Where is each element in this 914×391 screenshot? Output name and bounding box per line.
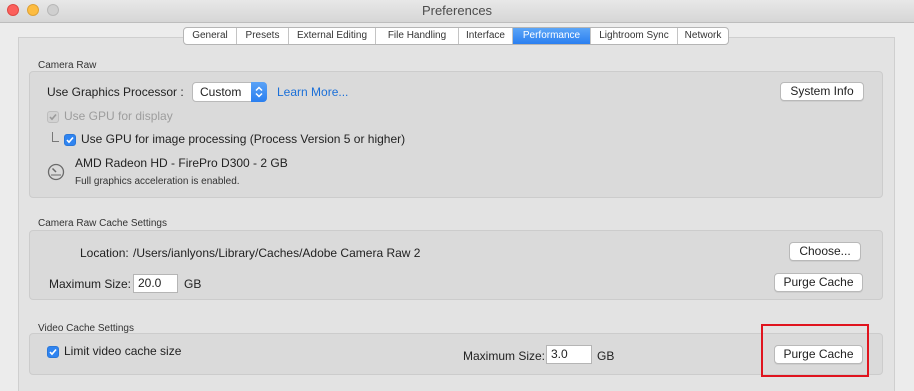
title-bar: Preferences bbox=[0, 0, 914, 23]
camera-raw-group-title: Camera Raw bbox=[38, 60, 97, 71]
cache-max-size-label: Maximum Size: bbox=[49, 277, 132, 291]
video-max-size-input[interactable]: 3.0 bbox=[546, 345, 592, 364]
tab-general[interactable]: General bbox=[184, 28, 237, 44]
tab-interface[interactable]: Interface bbox=[459, 28, 513, 44]
video-max-size-label: Maximum Size: bbox=[463, 349, 546, 363]
purge-raw-cache-button[interactable]: Purge Cache bbox=[774, 273, 863, 292]
choose-location-button[interactable]: Choose... bbox=[789, 242, 861, 261]
window-title: Preferences bbox=[421, 3, 493, 18]
gauge-icon bbox=[47, 163, 65, 184]
tab-lightroom-sync[interactable]: Lightroom Sync bbox=[591, 28, 678, 44]
cache-location-path: /Users/ianlyons/Library/Caches/Adobe Cam… bbox=[133, 246, 421, 260]
gpu-status: Full graphics acceleration is enabled. bbox=[75, 176, 240, 187]
cache-location-label: Location: bbox=[80, 246, 129, 260]
video-unit-label: GB bbox=[597, 349, 615, 363]
preferences-tabs: General Presets External Editing File Ha… bbox=[183, 27, 729, 45]
highlight-annotation bbox=[761, 324, 869, 377]
tab-file-handling[interactable]: File Handling bbox=[376, 28, 459, 44]
use-gpu-display-checkbox[interactable] bbox=[47, 111, 59, 123]
limit-video-cache-checkbox[interactable] bbox=[47, 346, 59, 358]
use-gpu-processing-label: Use GPU for image processing (Process Ve… bbox=[81, 132, 406, 146]
tab-performance[interactable]: Performance bbox=[513, 28, 591, 44]
limit-video-cache-label: Limit video cache size bbox=[64, 344, 182, 358]
tab-external-editing[interactable]: External Editing bbox=[289, 28, 376, 44]
select-arrows-icon bbox=[251, 82, 267, 102]
graphics-processor-value: Custom bbox=[200, 85, 242, 99]
tab-presets[interactable]: Presets bbox=[237, 28, 289, 44]
tree-connector-icon bbox=[52, 132, 59, 142]
cache-unit-label: GB bbox=[184, 277, 202, 291]
system-info-button[interactable]: System Info bbox=[780, 82, 864, 101]
use-gpu-processing-checkbox[interactable] bbox=[64, 134, 76, 146]
graphics-processor-select[interactable]: Custom bbox=[192, 82, 267, 102]
learn-more-link[interactable]: Learn More... bbox=[277, 85, 348, 99]
cache-settings-group-title: Camera Raw Cache Settings bbox=[38, 218, 167, 229]
tab-network[interactable]: Network bbox=[678, 28, 728, 44]
cache-max-size-input[interactable]: 20.0 bbox=[133, 274, 178, 293]
graphics-processor-label: Use Graphics Processor : bbox=[47, 85, 184, 99]
use-gpu-display-label: Use GPU for display bbox=[64, 109, 173, 123]
gpu-name: AMD Radeon HD - FirePro D300 - 2 GB bbox=[75, 156, 288, 170]
